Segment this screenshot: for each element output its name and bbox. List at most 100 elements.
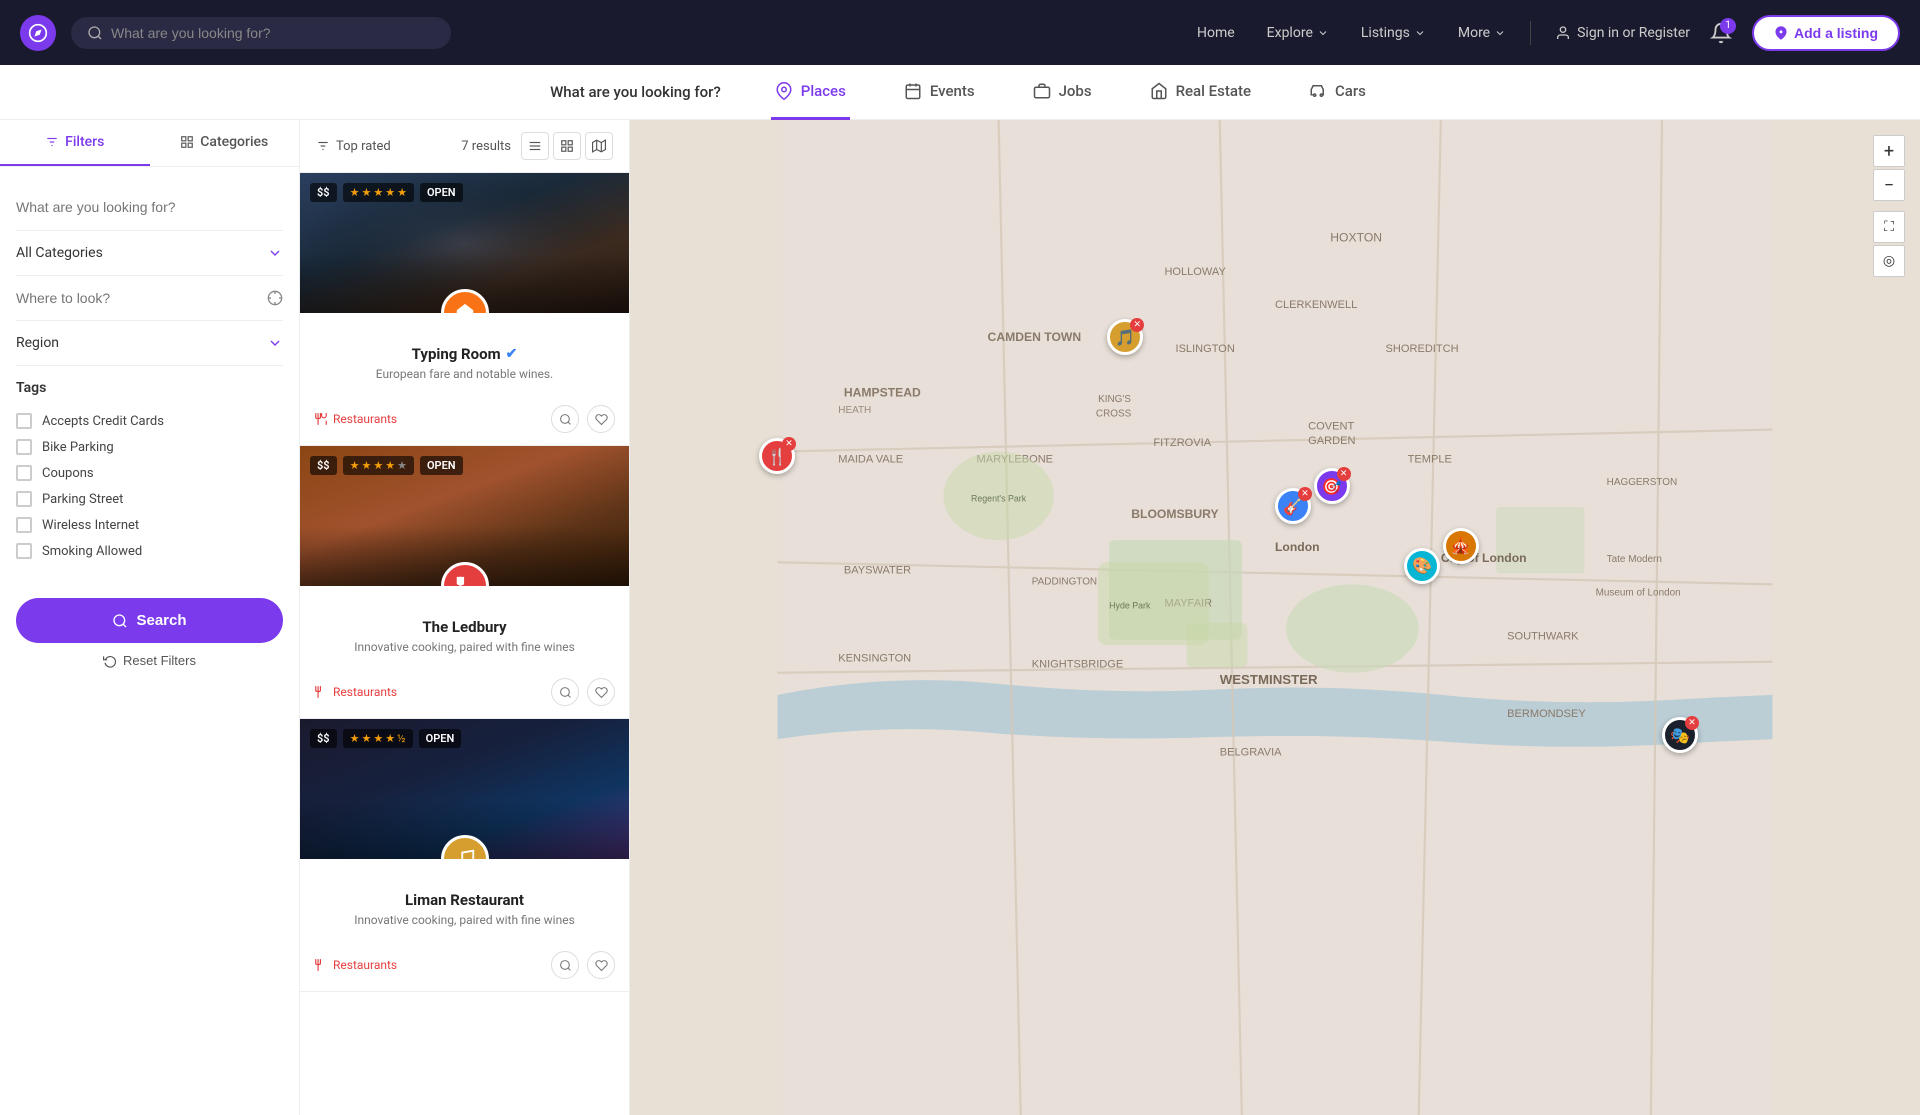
tab-categories[interactable]: Categories: [150, 120, 300, 166]
region-select[interactable]: Region: [16, 335, 283, 351]
fork-knife-icon: [314, 685, 328, 699]
add-listing-button[interactable]: Add a listing: [1752, 15, 1900, 51]
listing-card[interactable]: $$ ★★★★★ OPEN Typing Room ✔ European far…: [300, 173, 629, 446]
search-listing-button[interactable]: [551, 405, 579, 433]
map-pin[interactable]: 🎭 ✕: [1662, 717, 1698, 753]
favorite-button[interactable]: [587, 678, 615, 706]
favorite-button[interactable]: [587, 405, 615, 433]
reset-filters-button[interactable]: Reset Filters: [16, 653, 283, 668]
nav-listings[interactable]: Listings: [1349, 17, 1438, 49]
crosshair-icon[interactable]: [267, 290, 283, 306]
tag-label: Accepts Credit Cards: [42, 414, 164, 429]
svg-text:CAMDEN TOWN: CAMDEN TOWN: [988, 330, 1082, 344]
svg-text:Museum of London: Museum of London: [1596, 587, 1681, 598]
tag-parking-street[interactable]: Parking Street: [16, 486, 283, 512]
search-field: [16, 183, 283, 231]
nav-divider: [1530, 21, 1531, 45]
search-input[interactable]: [111, 25, 435, 41]
svg-text:BLOOMSBURY: BLOOMSBURY: [1131, 507, 1218, 521]
locate-button[interactable]: ◎: [1873, 245, 1905, 277]
nav-explore[interactable]: Explore: [1255, 17, 1341, 49]
header-search-box[interactable]: [71, 17, 451, 49]
search-listing-button[interactable]: [551, 678, 579, 706]
map-area[interactable]: HAMPSTEAD HEATH MAIDA VALE BAYSWATER KEN…: [630, 120, 1920, 1115]
listing-description: European fare and notable wines.: [314, 367, 615, 381]
search-button[interactable]: Search: [16, 598, 283, 643]
svg-text:Tate Modern: Tate Modern: [1607, 554, 1662, 565]
notification-count: 1: [1720, 18, 1736, 34]
map-pin[interactable]: 🎯 ✕: [1314, 468, 1350, 504]
listings-column: Top rated 7 results: [300, 120, 630, 1115]
header: Home Explore Listings More Sign in or Re…: [0, 0, 1920, 65]
tag-label: Wireless Internet: [42, 518, 139, 533]
map-view-button[interactable]: [585, 132, 613, 160]
notification-bell[interactable]: 1: [1710, 22, 1732, 44]
search-icon: [87, 25, 103, 41]
tag-checkbox[interactable]: [16, 517, 32, 533]
listing-actions: [551, 405, 615, 433]
tab-jobs[interactable]: Jobs: [1029, 65, 1096, 120]
chevron-down-icon: [267, 335, 283, 351]
tag-checkbox[interactable]: [16, 413, 32, 429]
filter-icon: [316, 139, 330, 153]
car-icon: [1309, 82, 1327, 100]
zoom-out-button[interactable]: −: [1873, 169, 1905, 201]
grid-icon: [180, 135, 194, 149]
svg-text:MAIDA VALE: MAIDA VALE: [838, 454, 903, 466]
tag-checkbox[interactable]: [16, 491, 32, 507]
top-rated-filter[interactable]: Top rated: [316, 139, 391, 154]
open-tag: OPEN: [419, 729, 462, 748]
svg-text:TEMPLE: TEMPLE: [1408, 454, 1452, 466]
search-listing-button[interactable]: [551, 951, 579, 979]
what-input[interactable]: [16, 199, 283, 215]
logo[interactable]: [20, 15, 56, 51]
map-pin-close: ✕: [1337, 467, 1351, 481]
open-tag: OPEN: [420, 456, 463, 475]
nav-home[interactable]: Home: [1185, 17, 1247, 49]
grid-view-button[interactable]: [553, 132, 581, 160]
tag-wireless-internet[interactable]: Wireless Internet: [16, 512, 283, 538]
categories-select[interactable]: All Categories: [16, 245, 283, 261]
tag-label: Parking Street: [42, 492, 123, 507]
listing-footer: Restaurants: [300, 405, 629, 445]
listing-body: Liman Restaurant Innovative cooking, pai…: [300, 859, 629, 951]
zoom-in-button[interactable]: +: [1873, 135, 1905, 167]
listing-name: The Ledbury: [314, 618, 615, 636]
tab-cars[interactable]: Cars: [1305, 65, 1370, 120]
tag-bike-parking[interactable]: Bike Parking: [16, 434, 283, 460]
heart-icon: [595, 686, 608, 699]
location-input[interactable]: [16, 290, 267, 306]
listing-card[interactable]: $$ ★★★★★ OPEN The Ledbury Innovative coo…: [300, 446, 629, 719]
tag-smoking-allowed[interactable]: Smoking Allowed: [16, 538, 283, 564]
home-icon: [1150, 82, 1168, 100]
tab-real-estate[interactable]: Real Estate: [1146, 65, 1255, 120]
tab-filters[interactable]: Filters: [0, 120, 150, 166]
tag-checkbox[interactable]: [16, 465, 32, 481]
tag-accepts-credit-cards[interactable]: Accepts Credit Cards: [16, 408, 283, 434]
tab-events[interactable]: Events: [900, 65, 979, 120]
tag-coupons[interactable]: Coupons: [16, 460, 283, 486]
listing-card[interactable]: $$ ★★★★½ OPEN Liman Restaurant: [300, 719, 629, 992]
main-layout: Filters Categories All Categories: [0, 120, 1920, 1115]
heart-icon: [595, 413, 608, 426]
list-view-button[interactable]: [521, 132, 549, 160]
map-pin-close: ✕: [1298, 487, 1312, 501]
map-pin[interactable]: 🎨: [1404, 548, 1440, 584]
listing-body: The Ledbury Innovative cooking, paired w…: [300, 586, 629, 678]
map-pin[interactable]: 🎸 ✕: [1275, 488, 1311, 524]
listing-actions: [551, 951, 615, 979]
listing-actions: [551, 678, 615, 706]
map-pin[interactable]: 🎪: [1443, 528, 1479, 564]
favorite-button[interactable]: [587, 951, 615, 979]
tab-places[interactable]: Places: [771, 65, 850, 120]
location-icon: [775, 82, 793, 100]
svg-text:BERMONDSEY: BERMONDSEY: [1507, 708, 1586, 720]
tag-checkbox[interactable]: [16, 439, 32, 455]
tag-checkbox[interactable]: [16, 543, 32, 559]
fullscreen-button[interactable]: ⛶: [1873, 211, 1905, 243]
signin-button[interactable]: Sign in or Register: [1543, 17, 1702, 49]
verified-icon: ✔: [506, 346, 518, 362]
svg-text:SHOREDITCH: SHOREDITCH: [1386, 343, 1459, 355]
nav-more[interactable]: More: [1446, 17, 1518, 49]
tag-label: Bike Parking: [42, 440, 114, 455]
